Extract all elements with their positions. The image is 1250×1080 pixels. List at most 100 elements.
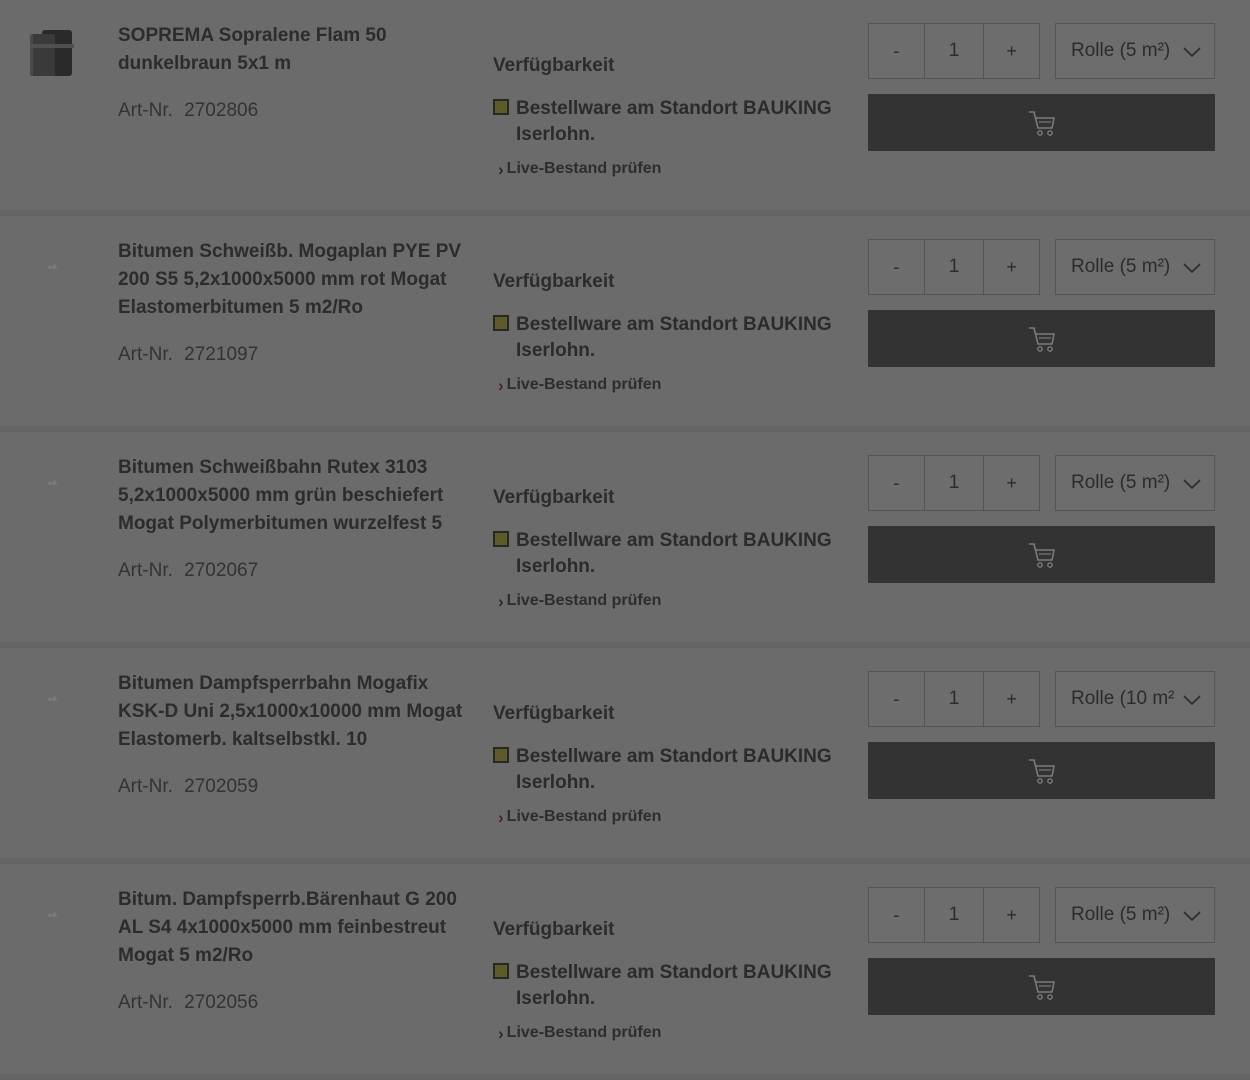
product-row: SOPREMA Sopralene Flam 50 dunkelbraun 5x… xyxy=(0,0,1250,216)
live-stock-link[interactable]: › Live-Bestand prüfen xyxy=(498,376,661,394)
image-placeholder-icon xyxy=(46,478,58,486)
chevron-down-icon xyxy=(1183,911,1201,922)
add-to-cart-button[interactable] xyxy=(868,94,1215,151)
quantity-decrease-button[interactable]: - xyxy=(869,888,924,942)
chevron-right-icon: › xyxy=(498,1023,504,1043)
chevron-down-icon xyxy=(1183,47,1201,58)
live-stock-link[interactable]: › Live-Bestand prüfen xyxy=(498,592,661,610)
product-image[interactable] xyxy=(24,240,80,296)
cart-icon xyxy=(1028,326,1055,352)
image-placeholder-icon xyxy=(46,694,58,702)
quantity-increase-button[interactable]: + xyxy=(984,456,1039,510)
article-number: Art-Nr. 2702056 xyxy=(118,991,258,1015)
add-to-cart-button[interactable] xyxy=(868,526,1215,583)
quantity-increase-button[interactable]: + xyxy=(984,672,1039,726)
quantity-input[interactable]: 1 xyxy=(923,456,985,510)
availability-heading: Verfügbarkeit xyxy=(493,487,615,508)
live-stock-link-label: Live-Bestand prüfen xyxy=(506,376,662,393)
article-number: Art-Nr. 2702067 xyxy=(118,559,258,583)
availability-text: Bestellware am Standort BAUKING Iserlohn… xyxy=(516,98,832,145)
cart-icon xyxy=(1028,758,1055,784)
product-image[interactable] xyxy=(24,24,80,80)
live-stock-link-label: Live-Bestand prüfen xyxy=(506,160,662,177)
quantity-increase-button[interactable]: + xyxy=(984,24,1039,78)
availability-status-icon xyxy=(493,99,509,115)
chevron-right-icon: › xyxy=(498,591,504,611)
add-to-cart-button[interactable] xyxy=(868,742,1215,799)
roofing-roll-image xyxy=(30,30,74,76)
product-image[interactable] xyxy=(24,888,80,944)
quantity-increase-button[interactable]: + xyxy=(984,240,1039,294)
quantity-decrease-button[interactable]: - xyxy=(869,240,924,294)
live-stock-link[interactable]: › Live-Bestand prüfen xyxy=(498,808,661,826)
quantity-increase-button[interactable]: + xyxy=(984,888,1039,942)
quantity-input[interactable]: 1 xyxy=(923,24,985,78)
availability-status-icon xyxy=(493,747,509,763)
product-row: Bitumen Schweißb. Mogaplan PYE PV 200 S5… xyxy=(0,216,1250,432)
product-image[interactable] xyxy=(24,456,80,512)
availability-text: Bestellware am Standort BAUKING Iserlohn… xyxy=(516,746,832,793)
quantity-decrease-button[interactable]: - xyxy=(869,24,924,78)
unit-select[interactable]: Rolle (5 m²) xyxy=(1055,23,1215,79)
article-number-label: Art-Nr. xyxy=(118,776,173,797)
quantity-decrease-button[interactable]: - xyxy=(869,672,924,726)
unit-select[interactable]: Rolle (5 m²) xyxy=(1055,455,1215,511)
article-number-value: 2702059 xyxy=(184,776,259,797)
article-number-value: 2702806 xyxy=(184,100,259,121)
quantity-decrease-button[interactable]: - xyxy=(869,456,924,510)
quantity-input[interactable]: 1 xyxy=(923,672,985,726)
live-stock-link[interactable]: › Live-Bestand prüfen xyxy=(498,160,661,178)
article-number-value: 2721097 xyxy=(184,344,259,365)
availability-heading: Verfügbarkeit xyxy=(493,919,615,940)
article-number: Art-Nr. 2702059 xyxy=(118,775,258,799)
product-title[interactable]: Bitumen Schweißb. Mogaplan PYE PV 200 S5… xyxy=(118,238,463,322)
product-title[interactable]: SOPREMA Sopralene Flam 50 dunkelbraun 5x… xyxy=(118,22,463,78)
chevron-down-icon xyxy=(1183,479,1201,490)
availability-text: Bestellware am Standort BAUKING Iserlohn… xyxy=(516,314,832,361)
availability-text: Bestellware am Standort BAUKING Iserlohn… xyxy=(516,962,832,1009)
live-stock-link-label: Live-Bestand prüfen xyxy=(506,808,662,825)
product-title[interactable]: Bitumen Dampfsperrbahn Mogafix KSK-D Uni… xyxy=(118,670,463,754)
article-number-label: Art-Nr. xyxy=(118,344,173,365)
product-row: Bitum. Dampfsperrb.Bärenhaut G 200 AL S4… xyxy=(0,864,1250,1080)
list-divider xyxy=(0,1074,1250,1080)
availability-status-icon xyxy=(493,531,509,547)
unit-select-value: Rolle (5 m²) xyxy=(1071,472,1171,493)
article-number-value: 2702056 xyxy=(184,992,259,1013)
cart-icon xyxy=(1028,110,1055,136)
cart-icon xyxy=(1028,974,1055,1000)
unit-select[interactable]: Rolle (5 m²) xyxy=(1055,887,1215,943)
article-number-label: Art-Nr. xyxy=(118,992,173,1013)
unit-select-value: Rolle (10 m² xyxy=(1071,688,1175,709)
availability-text: Bestellware am Standort BAUKING Iserlohn… xyxy=(516,530,832,577)
live-stock-link-label: Live-Bestand prüfen xyxy=(506,1024,662,1041)
article-number-value: 2702067 xyxy=(184,560,259,581)
image-placeholder-icon xyxy=(46,262,58,270)
chevron-right-icon: › xyxy=(498,375,504,395)
product-list: SOPREMA Sopralene Flam 50 dunkelbraun 5x… xyxy=(0,0,1250,1080)
unit-select-value: Rolle (5 m²) xyxy=(1071,40,1171,61)
quantity-input[interactable]: 1 xyxy=(923,888,985,942)
availability-heading: Verfügbarkeit xyxy=(493,703,615,724)
availability-status-icon xyxy=(493,315,509,331)
product-image[interactable] xyxy=(24,672,80,728)
product-row: Bitumen Dampfsperrbahn Mogafix KSK-D Uni… xyxy=(0,648,1250,864)
unit-select[interactable]: Rolle (10 m² xyxy=(1055,671,1215,727)
article-number: Art-Nr. 2702806 xyxy=(118,99,258,123)
chevron-down-icon xyxy=(1183,695,1201,706)
add-to-cart-button[interactable] xyxy=(868,958,1215,1015)
product-title[interactable]: Bitumen Schweißbahn Rutex 3103 5,2x1000x… xyxy=(118,454,463,538)
unit-select[interactable]: Rolle (5 m²) xyxy=(1055,239,1215,295)
unit-select-value: Rolle (5 m²) xyxy=(1071,904,1171,925)
quantity-input[interactable]: 1 xyxy=(923,240,985,294)
availability-heading: Verfügbarkeit xyxy=(493,55,615,76)
product-title[interactable]: Bitum. Dampfsperrb.Bärenhaut G 200 AL S4… xyxy=(118,886,463,970)
live-stock-link[interactable]: › Live-Bestand prüfen xyxy=(498,1024,661,1042)
product-row: Bitumen Schweißbahn Rutex 3103 5,2x1000x… xyxy=(0,432,1250,648)
quantity-stepper: - 1 + xyxy=(868,887,1040,943)
quantity-stepper: - 1 + xyxy=(868,671,1040,727)
quantity-stepper: - 1 + xyxy=(868,455,1040,511)
quantity-stepper: - 1 + xyxy=(868,23,1040,79)
add-to-cart-button[interactable] xyxy=(868,310,1215,367)
chevron-right-icon: › xyxy=(498,159,504,179)
